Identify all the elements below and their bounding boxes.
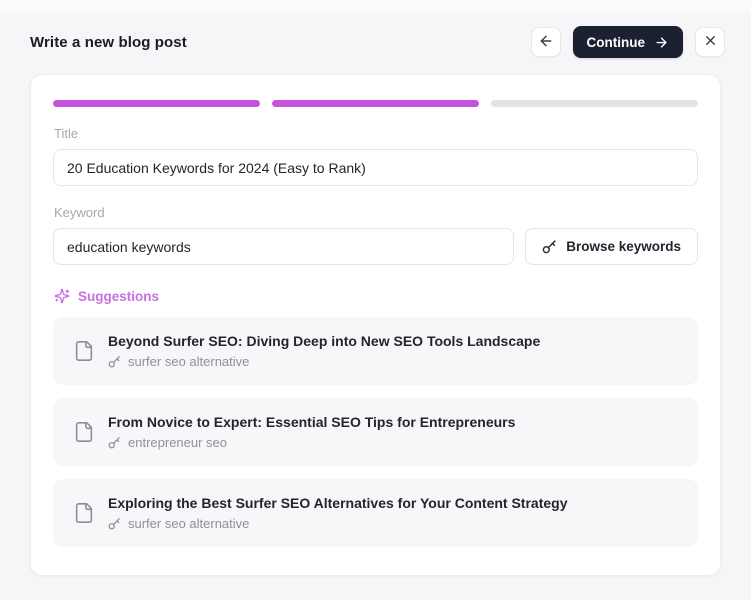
- title-input[interactable]: [53, 149, 698, 186]
- wizard-card: Title Keyword Browse keywords Suggestion…: [30, 74, 721, 576]
- suggestion-keyword: surfer seo alternative: [128, 516, 250, 531]
- top-strip: [0, 0, 751, 12]
- browse-keywords-label: Browse keywords: [566, 239, 681, 254]
- browse-keywords-button[interactable]: Browse keywords: [525, 228, 698, 265]
- suggestion-title: From Novice to Expert: Essential SEO Tip…: [108, 414, 516, 430]
- suggestion-title: Exploring the Best Surfer SEO Alternativ…: [108, 495, 568, 511]
- back-button[interactable]: [530, 27, 561, 57]
- key-icon: [108, 355, 121, 368]
- key-icon: [542, 239, 557, 254]
- progress-segment-2: [272, 100, 479, 107]
- suggestions-header: Suggestions: [54, 288, 698, 304]
- keyword-row: Browse keywords: [53, 228, 698, 265]
- modal-header: Write a new blog post Continue: [0, 12, 751, 74]
- document-icon: [73, 419, 95, 445]
- suggestion-item[interactable]: Beyond Surfer SEO: Diving Deep into New …: [53, 317, 698, 385]
- suggestion-item[interactable]: From Novice to Expert: Essential SEO Tip…: [53, 398, 698, 466]
- page-title: Write a new blog post: [30, 33, 187, 51]
- progress-segment-1: [53, 100, 260, 107]
- key-icon: [108, 517, 121, 530]
- arrow-right-icon: [654, 35, 669, 50]
- suggestion-title: Beyond Surfer SEO: Diving Deep into New …: [108, 333, 541, 349]
- continue-button[interactable]: Continue: [572, 26, 683, 58]
- keyword-label: Keyword: [54, 205, 105, 220]
- document-icon: [73, 500, 95, 526]
- key-icon: [108, 436, 121, 449]
- progress-segment-3: [491, 100, 698, 107]
- document-icon: [73, 338, 95, 364]
- close-button[interactable]: [695, 27, 725, 57]
- title-label: Title: [54, 126, 79, 141]
- header-actions: Continue: [530, 26, 725, 58]
- continue-button-label: Continue: [586, 34, 646, 50]
- suggestion-keyword: entrepreneur seo: [128, 435, 228, 450]
- sparkles-icon: [54, 288, 70, 304]
- progress-bar: [53, 100, 698, 107]
- suggestion-item[interactable]: Exploring the Best Surfer SEO Alternativ…: [53, 479, 698, 547]
- suggestions-heading: Suggestions: [78, 288, 160, 304]
- close-icon: [703, 33, 718, 51]
- arrow-left-icon: [538, 33, 554, 52]
- suggestion-keyword: surfer seo alternative: [128, 354, 250, 369]
- keyword-input[interactable]: [53, 228, 515, 265]
